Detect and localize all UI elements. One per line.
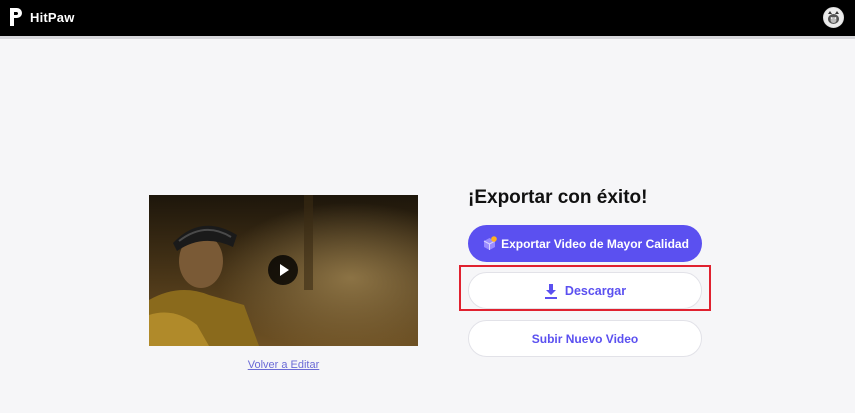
brand-name: HitPaw [30, 9, 75, 25]
top-bar: HitPaw [0, 0, 855, 39]
play-icon [280, 264, 289, 276]
hitpaw-logo-icon [10, 8, 22, 26]
gem-icon [483, 236, 497, 250]
user-avatar-icon[interactable] [823, 7, 844, 28]
video-preview[interactable] [149, 195, 418, 346]
highlight-box [459, 265, 711, 311]
play-button[interactable] [268, 255, 298, 285]
upload-new-video-label: Subir Nuevo Video [531, 331, 639, 346]
export-high-quality-label: Exportar Video de Mayor Calidad [501, 236, 689, 251]
brand-logo[interactable]: HitPaw [8, 6, 75, 28]
export-high-quality-button[interactable]: Exportar Video de Mayor Calidad [468, 225, 702, 262]
export-success-title: ¡Exportar con éxito! [468, 187, 648, 208]
back-to-editor-link[interactable]: Volver a Editar [149, 359, 418, 371]
upload-new-video-button[interactable]: Subir Nuevo Video [468, 320, 702, 357]
